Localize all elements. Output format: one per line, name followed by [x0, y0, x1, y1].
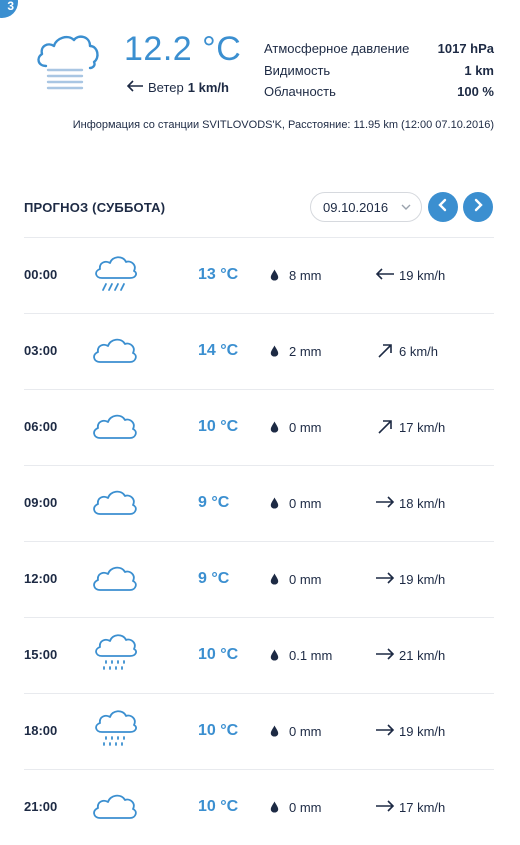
- row-wind-speed: 19 km/h: [399, 268, 446, 283]
- date-select[interactable]: 09.10.2016: [310, 192, 422, 222]
- wind-label: Ветер: [148, 80, 184, 95]
- row-wind-speed: 17 km/h: [399, 800, 446, 815]
- cloud-icon: [90, 786, 138, 826]
- forecast-row: 12:00 9 °C 0 mm 19 km/h: [24, 541, 494, 617]
- row-precipitation: 0 mm: [289, 572, 322, 587]
- row-temperature: 10 °C: [198, 722, 239, 739]
- stat-row-pressure: Атмосферное давление 1017 hPa: [264, 38, 494, 60]
- row-precipitation: 0 mm: [289, 724, 322, 739]
- row-wind-speed: 21 km/h: [399, 648, 446, 663]
- row-temperature: 10 °C: [198, 646, 239, 663]
- row-wind-speed: 19 km/h: [399, 572, 446, 587]
- precipitation-drop-icon: [270, 496, 279, 509]
- cloud-icon: [90, 330, 138, 370]
- row-time: 12:00: [24, 571, 58, 586]
- prev-day-button[interactable]: [428, 192, 458, 222]
- cloud-drizzle-icon: [90, 710, 138, 750]
- precipitation-drop-icon: [270, 800, 279, 813]
- arrow-up-right-icon: [374, 417, 396, 435]
- row-time: 06:00: [24, 419, 58, 434]
- cloud-fog-icon: [34, 32, 100, 94]
- cloud-icon: [90, 406, 138, 446]
- precipitation-drop-icon: [270, 268, 279, 281]
- forecast-title: ПРОГНОЗ (СУББОТА): [24, 200, 166, 215]
- row-wind-speed: 6 km/h: [399, 344, 439, 359]
- row-time: 18:00: [24, 723, 58, 738]
- next-day-button[interactable]: [463, 192, 493, 222]
- row-time: 15:00: [24, 647, 58, 662]
- stat-label: Видимость: [264, 62, 331, 78]
- stat-row-cloudiness: Облачность 100 %: [264, 81, 494, 103]
- arrow-left-icon: [374, 265, 396, 283]
- row-time: 00:00: [24, 267, 58, 282]
- row-temperature: 14 °C: [198, 342, 239, 359]
- chevron-right-icon: [472, 198, 484, 217]
- current-temperature: 12.2 °C: [124, 30, 242, 68]
- arrow-right-icon: [374, 721, 396, 739]
- arrow-right-icon: [374, 645, 396, 663]
- arrow-right-icon: [374, 797, 396, 815]
- row-temperature: 9 °C: [198, 494, 230, 511]
- stat-value: 1 km: [464, 62, 494, 78]
- row-precipitation: 0 mm: [289, 420, 322, 435]
- forecast-row: 18:00 10 °C 0 mm 19 km/h: [24, 693, 494, 769]
- stat-value: 100 %: [457, 84, 494, 100]
- row-temperature: 10 °C: [198, 418, 239, 435]
- forecast-row: 03:00 14 °C 2 mm 6 km/h: [24, 313, 494, 389]
- stat-label: Облачность: [264, 84, 336, 100]
- row-temperature: 9 °C: [198, 570, 230, 587]
- precipitation-drop-icon: [270, 344, 279, 357]
- forecast-row: 15:00 10 °C 0.1 mm 21 km/h: [24, 617, 494, 693]
- current-stats: Атмосферное давление 1017 hPa Видимость …: [264, 38, 494, 103]
- cloud-rain-icon: [90, 254, 138, 294]
- arrow-up-right-icon: [374, 341, 396, 359]
- row-time: 03:00: [24, 343, 58, 358]
- forecast-row: 00:00 13 °C 8 mm 19 km/h: [24, 237, 494, 313]
- precipitation-drop-icon: [270, 724, 279, 737]
- forecast-row: 09:00 9 °C 0 mm 18 km/h: [24, 465, 494, 541]
- date-select-value: 09.10.2016: [323, 199, 389, 215]
- row-precipitation: 0 mm: [289, 800, 322, 815]
- forecast-row: 21:00 10 °C 0 mm 17 km/h: [24, 769, 494, 845]
- chevron-left-icon: [437, 198, 449, 217]
- row-precipitation: 2 mm: [289, 344, 322, 359]
- precipitation-drop-icon: [270, 420, 279, 433]
- row-precipitation: 8 mm: [289, 268, 322, 283]
- stat-row-visibility: Видимость 1 km: [264, 60, 494, 82]
- arrow-right-icon: [374, 493, 396, 511]
- wind-value: 1 km/h: [187, 80, 229, 95]
- cloud-icon: [90, 482, 138, 522]
- row-wind-speed: 18 km/h: [399, 496, 446, 511]
- arrow-right-icon: [374, 569, 396, 587]
- corner-badge[interactable]: 3: [0, 0, 18, 18]
- row-wind-speed: 19 km/h: [399, 724, 446, 739]
- row-temperature: 10 °C: [198, 798, 239, 815]
- stat-value: 1017 hPa: [437, 41, 494, 57]
- row-time: 21:00: [24, 799, 58, 814]
- row-precipitation: 0.1 mm: [289, 648, 333, 663]
- current-wind: Ветер 1 km/h: [126, 80, 229, 95]
- row-temperature: 13 °C: [198, 266, 239, 283]
- row-wind-speed: 17 km/h: [399, 420, 446, 435]
- forecast-row: 06:00 10 °C 0 mm 17 km/h: [24, 389, 494, 465]
- station-info: Информация со станции SVITLOVODS'K, Расс…: [72, 119, 494, 131]
- cloud-drizzle-icon: [90, 634, 138, 674]
- forecast-table: 00:00 13 °C 8 mm 19 km/h 03:00 14 °C 2 mm 6 km/…: [24, 237, 494, 845]
- row-precipitation: 0 mm: [289, 496, 322, 511]
- chevron-down-icon: [401, 200, 411, 217]
- row-time: 09:00: [24, 495, 58, 510]
- precipitation-drop-icon: [270, 648, 279, 661]
- arrow-left-icon: [126, 80, 144, 95]
- precipitation-drop-icon: [270, 572, 279, 585]
- cloud-icon: [90, 558, 138, 598]
- stat-label: Атмосферное давление: [264, 41, 410, 57]
